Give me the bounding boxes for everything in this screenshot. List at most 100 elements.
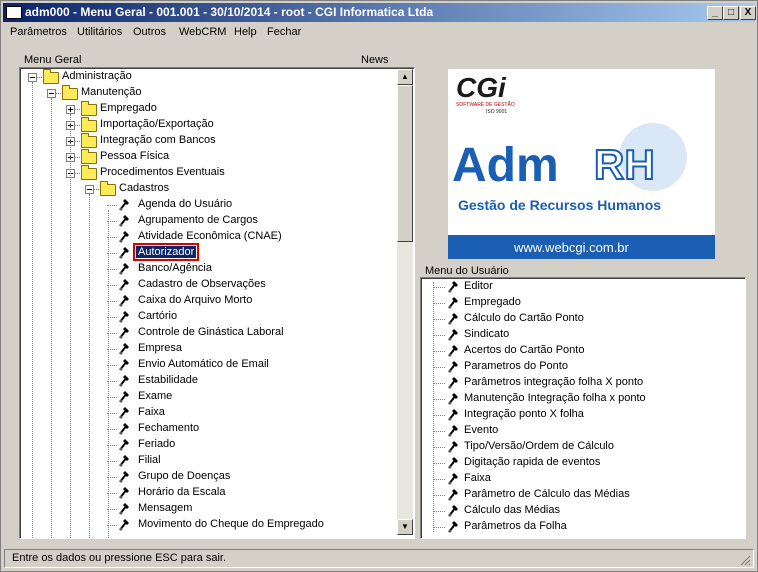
menu-usuario-label: Menu do Usuário: [425, 265, 509, 277]
user-menu-item-integracao-ponto-x-folha[interactable]: Integração ponto X folha: [421, 407, 743, 423]
tree-item-banco-agencia[interactable]: Banco/Agência: [20, 261, 396, 277]
tree-item-caixa-do-arquivo-morto[interactable]: Caixa do Arquivo Morto: [20, 293, 396, 309]
program-icon: [118, 342, 130, 355]
tree-item-horario-da-escala[interactable]: Horário da Escala: [20, 485, 396, 501]
tree-item-label: Pessoa Física: [100, 150, 170, 162]
tree-item-autorizador[interactable]: Autorizador: [20, 243, 396, 261]
tree-item-pessoa-fisica[interactable]: Pessoa Física: [20, 149, 396, 165]
user-menu-item-parametros-integracao-folha-x-ponto[interactable]: Parâmetros integração folha X ponto: [421, 375, 743, 391]
scroll-up-button[interactable]: ▲: [397, 69, 413, 85]
tree-item-administracao[interactable]: Administração: [20, 69, 396, 85]
menu-geral-tree[interactable]: Administração Manutenção Empregado Importaç…: [19, 67, 415, 539]
user-menu-list[interactable]: Editor Empregado Cálculo do Cartão Ponto Si…: [420, 277, 746, 539]
user-menu-item-calculo-das-medias[interactable]: Cálculo das Médias: [421, 503, 743, 519]
user-menu-item-tipo-versao-ordem-de-calculo[interactable]: Tipo/Versão/Ordem de Cálculo: [421, 439, 743, 455]
tree-item-label: Atividade Econômica (CNAE): [138, 230, 282, 242]
scroll-thumb[interactable]: [397, 85, 413, 242]
tree-item-empresa[interactable]: Empresa: [20, 341, 396, 357]
tree-item-exame[interactable]: Exame: [20, 389, 396, 405]
user-menu-item-digitacao-rapida-de-eventos[interactable]: Digitação rapida de eventos: [421, 455, 743, 471]
tree-item-agenda-do-usuario[interactable]: Agenda do Usuário: [20, 197, 396, 213]
tree-item-grupo-de-doencas[interactable]: Grupo de Doenças: [20, 469, 396, 485]
program-icon: [118, 438, 130, 451]
tree-item-importacao-exportacao[interactable]: Importação/Exportação: [20, 117, 396, 133]
tree-item-label: Manutenção: [81, 86, 142, 98]
tree-item-controle-de-ginastica-laboral[interactable]: Controle de Ginástica Laboral: [20, 325, 396, 341]
tree-item-label: Importação/Exportação: [100, 118, 214, 130]
user-menu-item-parametro-de-calculo-das-medias[interactable]: Parâmetro de Cálculo das Médias: [421, 487, 743, 503]
menu-fechar[interactable]: Fechar: [267, 26, 301, 38]
tree-item-filial[interactable]: Filial: [20, 453, 396, 469]
menu-parametros[interactable]: Parâmetros: [10, 26, 67, 38]
tree-item-procedimentos-eventuais[interactable]: Procedimentos Eventuais: [20, 165, 396, 181]
tree-item-manutencao[interactable]: Manutenção: [20, 85, 396, 101]
minimize-button[interactable]: _: [707, 6, 723, 20]
maximize-button[interactable]: □: [723, 6, 739, 20]
window-title: adm000 - Menu Geral - 001.001 - 30/10/20…: [25, 5, 434, 19]
cgi-subtitle-2: ISO 9001: [486, 109, 507, 115]
tree-item-label: Faixa: [138, 406, 165, 418]
user-menu-item-acertos-do-cartao-ponto[interactable]: Acertos do Cartão Ponto: [421, 343, 743, 359]
program-icon: [118, 454, 130, 467]
program-icon: [447, 456, 459, 469]
program-icon: [447, 344, 459, 357]
tree-item-fechamento[interactable]: Fechamento: [20, 421, 396, 437]
scroll-down-button[interactable]: ▼: [397, 519, 413, 535]
user-menu-item-parametros-do-ponto[interactable]: Parametros do Ponto: [421, 359, 743, 375]
user-menu-label: Editor: [464, 280, 493, 292]
menu-outros[interactable]: Outros: [133, 26, 166, 38]
resize-grip-icon[interactable]: [739, 554, 751, 566]
close-button[interactable]: X: [740, 6, 756, 20]
tree-item-label: Procedimentos Eventuais: [100, 166, 225, 178]
user-menu-item-faixa[interactable]: Faixa: [421, 471, 743, 487]
user-menu-item-sindicato[interactable]: Sindicato: [421, 327, 743, 343]
tree-item-label: Empresa: [138, 342, 183, 354]
collapse-icon[interactable]: [85, 185, 94, 194]
user-menu-label: Evento: [464, 424, 499, 436]
tree-item-agrupamento-de-cargos[interactable]: Agrupamento de Cargos: [20, 213, 396, 229]
expand-icon[interactable]: [66, 105, 75, 114]
program-icon: [447, 408, 459, 421]
cgi-logo-text: CGi: [456, 72, 507, 103]
tree-item-faixa[interactable]: Faixa: [20, 405, 396, 421]
tree-item-empregado[interactable]: Empregado: [20, 101, 396, 117]
tree-scrollbar[interactable]: ▲ ▼: [397, 69, 413, 535]
tree-item-feriado[interactable]: Feriado: [20, 437, 396, 453]
menu-help[interactable]: Help: [234, 26, 257, 38]
user-menu-item-evento[interactable]: Evento: [421, 423, 743, 439]
tree-item-cadastros[interactable]: Cadastros: [20, 181, 396, 197]
user-menu-label: Faixa: [464, 472, 491, 484]
user-menu-label: Acertos do Cartão Ponto: [464, 344, 585, 356]
tree-item-cartorio[interactable]: Cartório: [20, 309, 396, 325]
rh-text: RH: [594, 141, 655, 188]
tree-item-label: Controle de Ginástica Laboral: [138, 326, 284, 338]
title-bar[interactable]: adm000 - Menu Geral - 001.001 - 30/10/20…: [3, 3, 756, 22]
tree-item-label: Filial: [138, 454, 161, 466]
logo-url: www.webcgi.com.br: [513, 240, 630, 255]
menu-webcrm[interactable]: WebCRM: [179, 26, 226, 38]
program-icon: [447, 440, 459, 453]
user-menu-item-empregado[interactable]: Empregado: [421, 295, 743, 311]
collapse-icon[interactable]: [28, 73, 37, 82]
tree-item-envio-automatico-de-email[interactable]: Envio Automático de Email: [20, 357, 396, 373]
folder-icon: [81, 133, 97, 148]
main-window: adm000 - Menu Geral - 001.001 - 30/10/20…: [0, 0, 758, 572]
tree-item-integracao-com-bancos[interactable]: Integração com Bancos: [20, 133, 396, 149]
tree-item-estabilidade[interactable]: Estabilidade: [20, 373, 396, 389]
collapse-icon[interactable]: [47, 89, 56, 98]
user-menu-label: Parâmetros integração folha X ponto: [464, 376, 644, 388]
user-menu-item-calculo-do-cartao-ponto[interactable]: Cálculo do Cartão Ponto: [421, 311, 743, 327]
menu-geral-label: Menu Geral: [24, 54, 82, 66]
user-menu-item-manutencao-integracao-folha-x-ponto[interactable]: Manutenção Integração folha x ponto: [421, 391, 743, 407]
menu-utilitarios[interactable]: Utilitários: [77, 26, 122, 38]
user-menu-item-parametros-da-folha[interactable]: Parâmetros da Folha: [421, 519, 743, 535]
tree-item-mensagem[interactable]: Mensagem: [20, 501, 396, 517]
user-menu-label: Parâmetro de Cálculo das Médias: [464, 488, 630, 500]
tree-item-cadastro-de-observacoes[interactable]: Cadastro de Observações: [20, 277, 396, 293]
user-menu-item-editor[interactable]: Editor: [421, 279, 743, 295]
tree-item-label: Autorizador: [132, 243, 200, 261]
tree-item-movimento-do-cheque-do-empregado[interactable]: Movimento do Cheque do Empregado: [20, 517, 396, 533]
program-icon: [447, 312, 459, 325]
tree-item-atividade-economica-cnae[interactable]: Atividade Econômica (CNAE): [20, 229, 396, 245]
program-icon: [118, 486, 130, 499]
